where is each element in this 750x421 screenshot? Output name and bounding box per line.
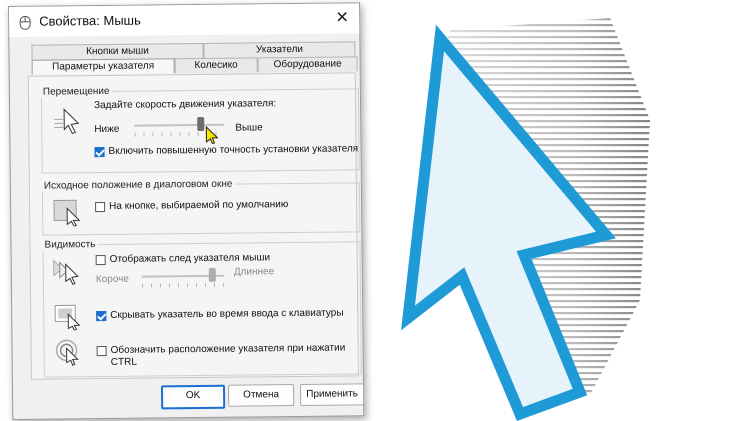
show-location-ctrl-checkbox[interactable] xyxy=(96,345,107,357)
title-bar: Свойства: Мышь ✕ xyxy=(9,3,360,37)
ok-button[interactable]: OK xyxy=(160,384,226,410)
snap-to-group: Исходное положение в диалоговом окне На … xyxy=(41,177,361,236)
locate-pointer-icon xyxy=(55,339,79,367)
tab-wheel[interactable]: Колесико xyxy=(174,57,258,74)
pointer-options-panel: Перемещение Задайте скорость движения ук… xyxy=(27,72,362,380)
motion-group: Перемещение Задайте скорость движения ук… xyxy=(40,83,360,174)
yellow-pointer-cursor-icon xyxy=(205,125,219,144)
tab-pointers[interactable]: Указатели xyxy=(203,41,356,58)
trail-length-thumb[interactable] xyxy=(208,267,216,282)
pointer-trails-icon xyxy=(53,259,79,286)
tab-pointer-options[interactable]: Параметры указателя xyxy=(31,58,175,75)
tab-hardware[interactable]: Оборудование xyxy=(257,56,358,73)
snap-to-default-checkbox[interactable] xyxy=(95,201,106,213)
hide-while-typing-label: Скрывать указатель во время ввода с клав… xyxy=(110,307,344,321)
mouse-properties-dialog: Свойства: Мышь ✕ Кнопки мыши Указатели П… xyxy=(8,2,365,420)
snap-to-group-label: Исходное положение в диалоговом окне xyxy=(43,178,233,192)
close-button[interactable]: ✕ xyxy=(331,8,353,28)
enhance-precision-label: Включить повышенную точность установки у… xyxy=(108,143,359,157)
visibility-group-label: Видимость xyxy=(44,239,96,251)
window-title: Свойства: Мышь xyxy=(39,12,141,29)
apply-button[interactable]: Применить xyxy=(299,383,365,406)
pointer-speed-icon xyxy=(54,108,80,134)
pointer-trails-checkbox[interactable] xyxy=(95,254,106,266)
show-location-ctrl-label-line2: CTRL xyxy=(110,356,137,368)
hide-while-typing-checkbox[interactable] xyxy=(96,310,107,322)
snap-to-button-icon xyxy=(53,199,81,227)
show-location-ctrl-label-line1: Обозначить расположение указателя при на… xyxy=(110,342,346,356)
speed-prompt: Задайте скорость движения указателя: xyxy=(93,98,277,112)
speed-fast-label: Выше xyxy=(235,122,263,134)
mouse-icon xyxy=(19,15,31,30)
pointer-speed-thumb[interactable] xyxy=(197,116,205,132)
trail-long-label: Длиннее xyxy=(233,266,275,278)
enhance-precision-checkbox[interactable] xyxy=(94,146,105,158)
trail-short-label: Короче xyxy=(95,273,129,286)
hide-pointer-icon xyxy=(54,304,81,331)
snap-to-default-label: На кнопке, выбираемой по умолчанию xyxy=(109,199,289,212)
visibility-group: Видимость Отображать след указателя мыши… xyxy=(42,236,362,378)
pointer-trails-label: Отображать след указателя мыши xyxy=(109,252,271,265)
cancel-button[interactable]: Отмена xyxy=(227,384,295,407)
motion-group-label: Перемещение xyxy=(42,85,110,98)
pointer-trail-length-slider[interactable] xyxy=(141,267,224,288)
speed-slow-label: Ниже xyxy=(94,123,120,136)
